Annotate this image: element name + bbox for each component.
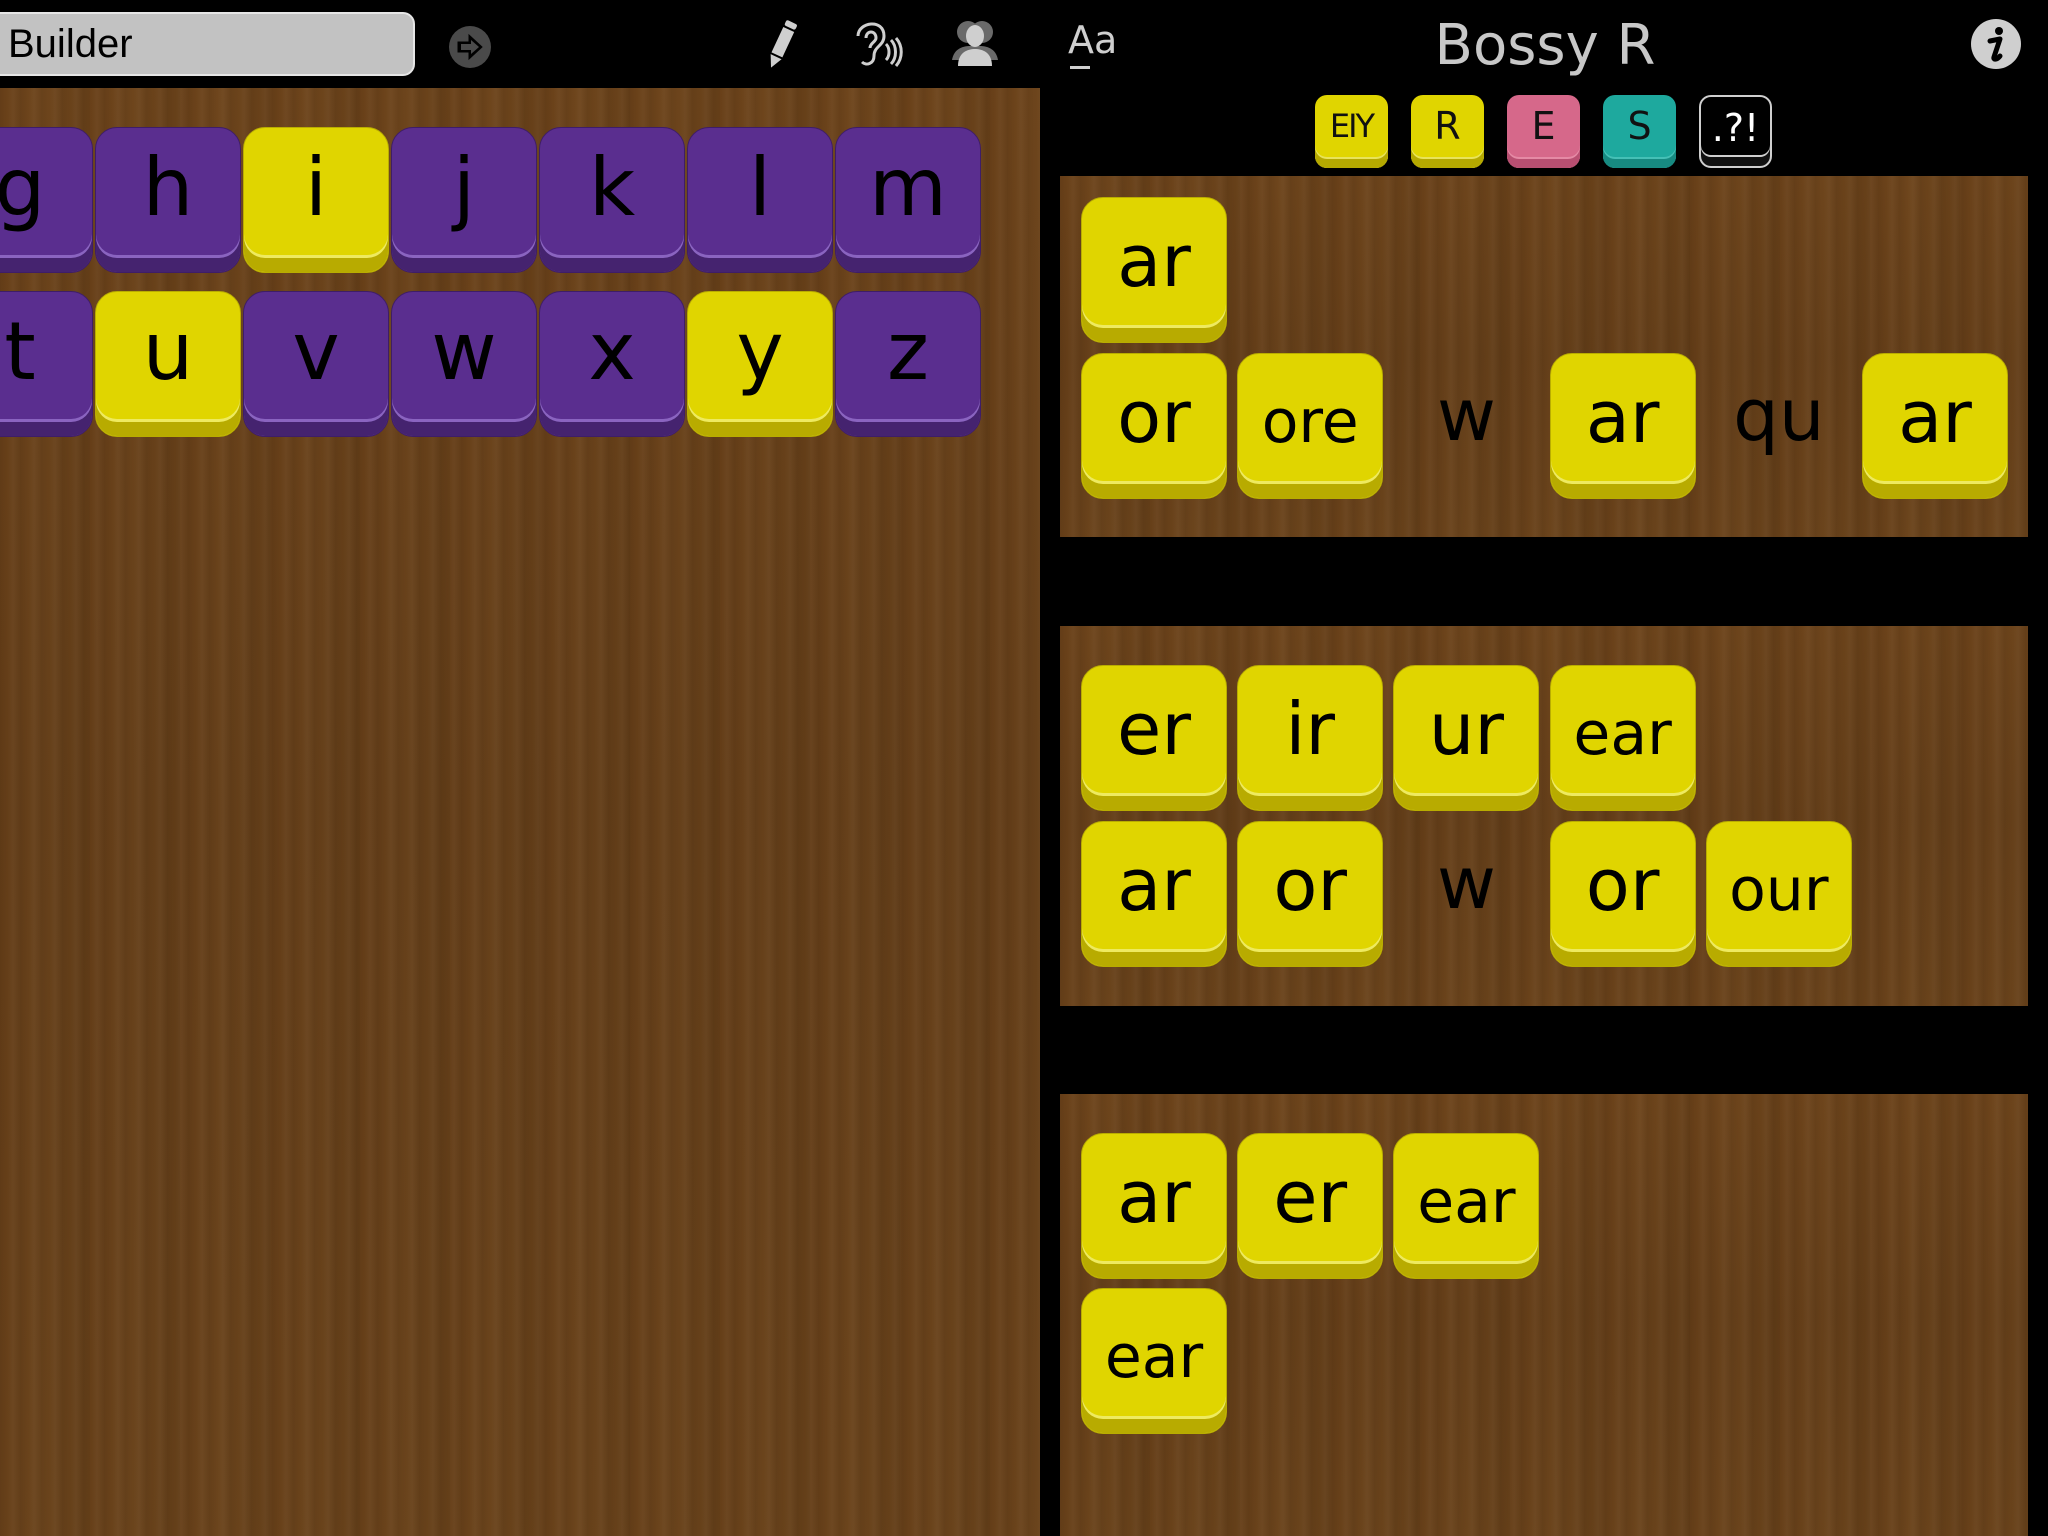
builder-name-field[interactable]: Builder (0, 12, 415, 76)
category-s-button[interactable]: S (1603, 95, 1676, 168)
word-panel-3: ar er ear ear (1060, 1094, 2028, 1536)
letter-tile-y[interactable]: y (687, 291, 833, 437)
word-tile[interactable]: ear (1081, 1288, 1227, 1434)
category-e-button[interactable]: E (1507, 95, 1580, 168)
plain-letters: w (1436, 373, 1496, 457)
top-bar: Builder Aa Bossy R (0, 0, 2048, 88)
font-icon: Aa (1068, 18, 1118, 62)
letter-tile-i[interactable]: i (243, 127, 389, 273)
word-tile[interactable]: ir (1237, 665, 1384, 811)
users-icon[interactable] (950, 18, 1000, 68)
word-tile[interactable]: ear (1393, 1133, 1540, 1279)
word-tile[interactable]: er (1081, 665, 1227, 811)
info-icon[interactable] (1970, 18, 2022, 70)
letter-tile-u[interactable]: u (95, 291, 241, 437)
letter-tile-z[interactable]: z (835, 291, 981, 437)
font-icon-underline (1070, 66, 1090, 69)
word-tile[interactable]: ar (1549, 353, 1696, 499)
word-tile[interactable]: ur (1393, 665, 1540, 811)
go-arrow-icon[interactable] (448, 25, 492, 69)
page-title: Bossy R (1434, 13, 1656, 78)
word-tile[interactable]: ar (1081, 197, 1227, 343)
category-eiy-button[interactable]: EIY (1315, 95, 1388, 168)
word-tile[interactable]: ore (1237, 353, 1384, 499)
letter-tile-l[interactable]: l (687, 127, 833, 273)
ear-sound-icon[interactable] (852, 16, 904, 70)
letter-tile-j[interactable]: j (391, 127, 537, 273)
letter-tile-k[interactable]: k (539, 127, 685, 273)
category-punctuation-button[interactable]: .?! (1699, 95, 1772, 168)
word-tile[interactable]: or (1237, 821, 1384, 967)
letter-tile-v[interactable]: v (243, 291, 389, 437)
letter-tile-g[interactable]: g (0, 127, 93, 273)
letter-board: ghijklm tuvwxyz (0, 88, 1040, 1536)
word-panel-1: ar or ore w ar qu ar (1060, 176, 2028, 537)
word-tile[interactable]: ar (1081, 821, 1227, 967)
letter-tile-w[interactable]: w (391, 291, 537, 437)
word-tile[interactable]: ear (1549, 665, 1696, 811)
letter-tile-x[interactable]: x (539, 291, 685, 437)
plain-letters: w (1436, 841, 1496, 925)
word-tile[interactable]: er (1237, 1133, 1384, 1279)
category-r-button[interactable]: R (1411, 95, 1484, 168)
word-panel-2: er ir ur ear ar or w or our (1060, 626, 2028, 1006)
pencil-icon[interactable] (762, 18, 802, 70)
letter-tile-m[interactable]: m (835, 127, 981, 273)
word-tile[interactable]: ar (1862, 353, 2008, 499)
word-tile[interactable]: or (1549, 821, 1696, 967)
letter-tile-h[interactable]: h (95, 127, 241, 273)
word-tile[interactable]: our (1705, 821, 1852, 967)
word-tile[interactable]: or (1081, 353, 1227, 499)
word-tile[interactable]: ar (1081, 1133, 1227, 1279)
font-toggle-button[interactable]: Aa (1068, 18, 1118, 69)
plain-letters: qu (1733, 373, 1825, 457)
letter-tile-t[interactable]: t (0, 291, 93, 437)
